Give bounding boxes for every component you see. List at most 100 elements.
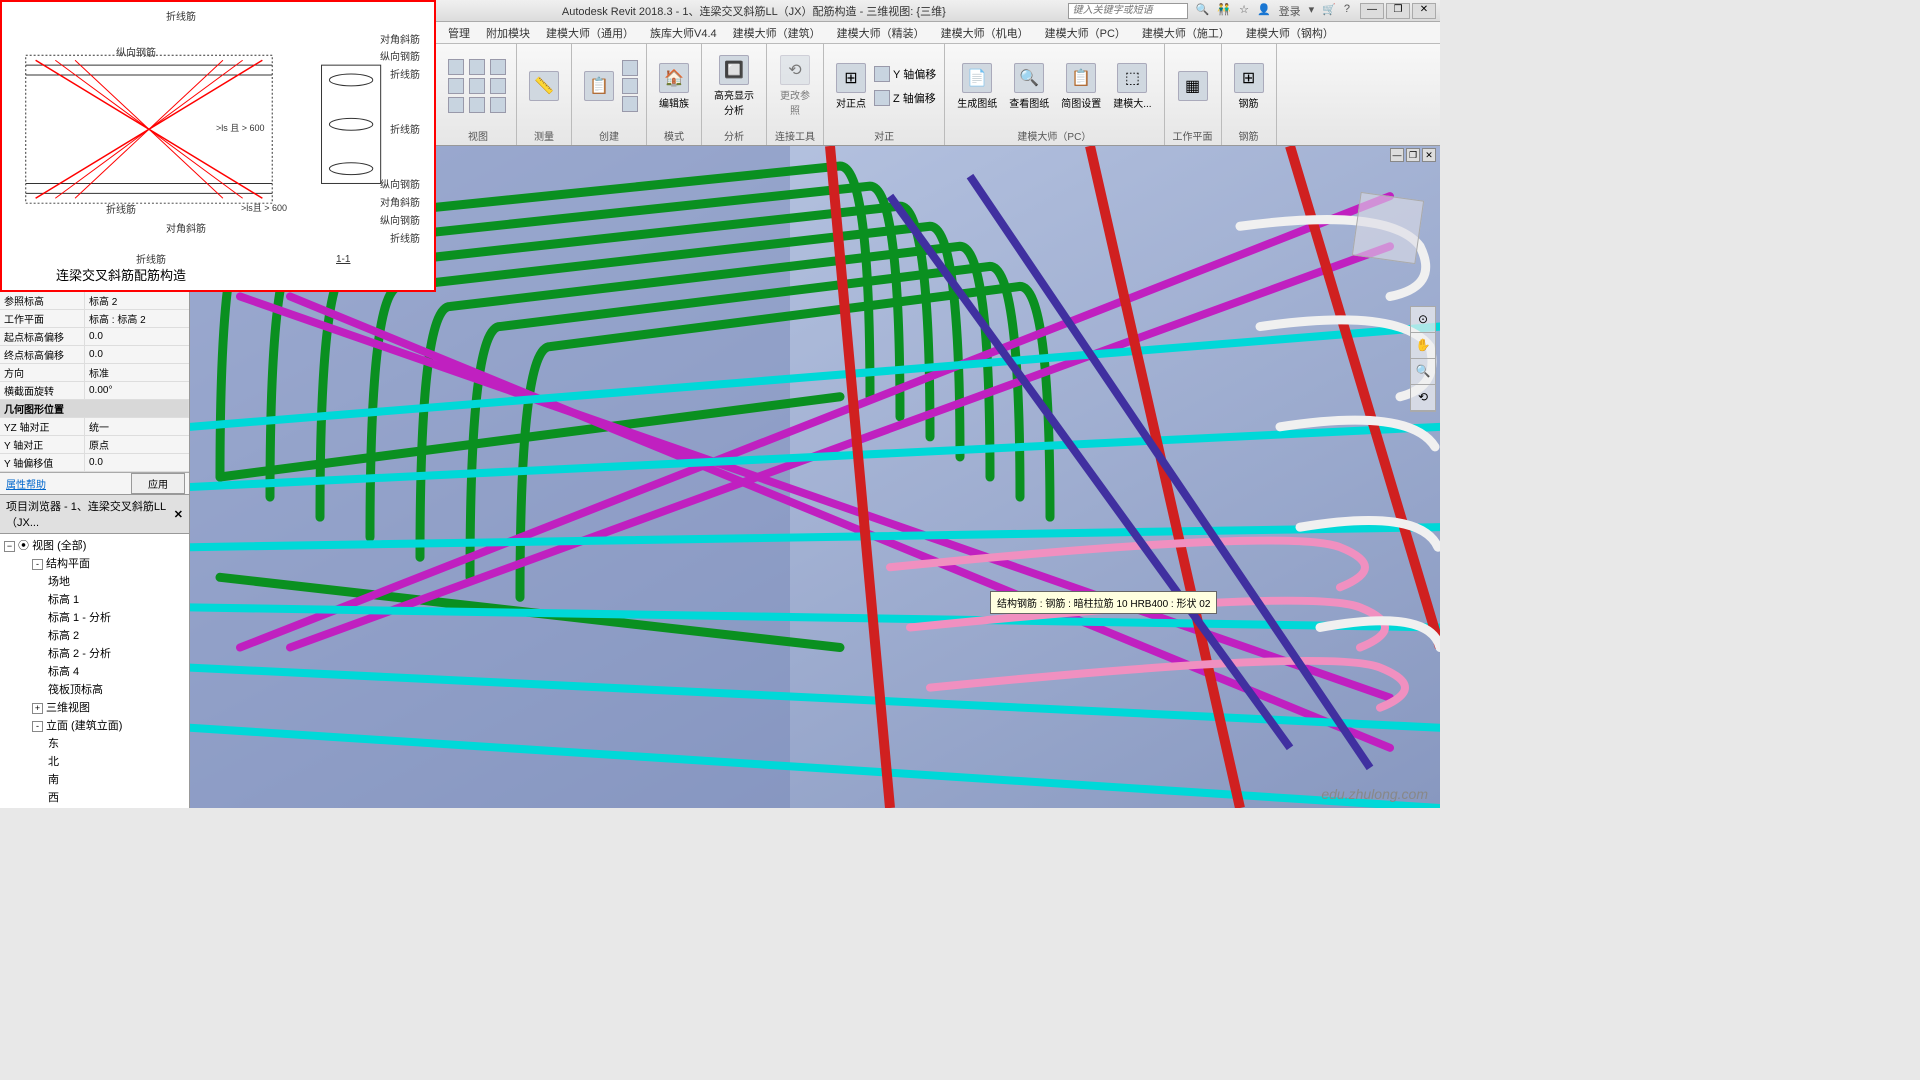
vp-maximize-icon[interactable]: ❐ xyxy=(1406,148,1420,162)
grid-icon[interactable] xyxy=(448,78,464,94)
tree-item[interactable]: 标高 1 xyxy=(2,590,187,608)
tree-toggle-icon[interactable]: - xyxy=(32,559,43,570)
tab-addins[interactable]: 附加模块 xyxy=(478,22,538,44)
rebar-button[interactable]: ⊞钢筋 xyxy=(1230,61,1268,112)
property-row[interactable]: 起点标高偏移0.0 xyxy=(0,328,189,346)
ribbon-group-measure: 📏 测量 xyxy=(517,44,572,145)
tree-root[interactable]: −⦿ 视图 (全部) xyxy=(2,536,187,554)
tab-bm-arch[interactable]: 建模大师（建筑） xyxy=(725,22,829,44)
pan-icon[interactable]: ✋ xyxy=(1411,333,1435,359)
workplane-button[interactable]: ▦ xyxy=(1174,69,1212,103)
create-button[interactable]: 📋 xyxy=(580,69,618,103)
cut-icon[interactable] xyxy=(469,97,485,113)
tree-item[interactable]: -结构平面 xyxy=(2,554,187,572)
diagram-title: 连梁交叉斜筋配筋构造 xyxy=(56,265,186,284)
measure-button[interactable]: 📏 xyxy=(525,69,563,103)
tab-bm-pc[interactable]: 建模大师（PC） xyxy=(1037,22,1134,44)
property-row[interactable]: 参照标高标高 2 xyxy=(0,292,189,310)
tab-bm-constr[interactable]: 建模大师（施工） xyxy=(1134,22,1238,44)
tree-item[interactable]: 场地 xyxy=(2,572,187,590)
diag-label: 折线筋 xyxy=(390,230,420,245)
login-link[interactable]: 登录 xyxy=(1279,3,1301,19)
paste-icon[interactable] xyxy=(622,60,638,76)
diag-label: 纵向钢筋 xyxy=(116,44,156,59)
tab-family[interactable]: 族库大师V4.4 xyxy=(642,22,725,44)
tree-item[interactable]: 标高 4 xyxy=(2,662,187,680)
maximize-button[interactable]: ❐ xyxy=(1386,3,1410,19)
tree-item[interactable]: 西 xyxy=(2,788,187,806)
view-drawing-button[interactable]: 🔍查看图纸 xyxy=(1005,61,1053,112)
tree-item[interactable]: -立面 (建筑立面) xyxy=(2,716,187,734)
window-title: Autodesk Revit 2018.3 - 1、连梁交叉斜筋LL（JX）配筋… xyxy=(440,3,1068,19)
ribbon-group-workplane: ▦ 工作平面 xyxy=(1165,44,1222,145)
vp-minimize-icon[interactable]: — xyxy=(1390,148,1404,162)
vp-close-icon[interactable]: ✕ xyxy=(1422,148,1436,162)
btn-label: 高亮显示分析 xyxy=(714,87,754,117)
property-row[interactable]: Y 轴偏移值0.0 xyxy=(0,454,189,472)
bulb-icon[interactable] xyxy=(469,59,485,75)
array-icon[interactable] xyxy=(622,78,638,94)
ribbon-group-bm-pc: 📄生成图纸 🔍查看图纸 📋简图设置 ⬚建模大... 建模大师（PC） xyxy=(945,44,1164,145)
sun-icon[interactable] xyxy=(469,78,485,94)
sketch-config-button[interactable]: 📋简图设置 xyxy=(1057,61,1105,112)
link-icon[interactable] xyxy=(490,78,506,94)
property-row[interactable]: Y 轴对正原点 xyxy=(0,436,189,454)
view-icon[interactable] xyxy=(448,59,464,75)
hide-icon[interactable] xyxy=(490,97,506,113)
search-icon[interactable]: 🔍 xyxy=(1196,3,1210,19)
highlight-button[interactable]: 🔲高亮显示分析 xyxy=(710,53,758,119)
tree-item[interactable]: 筏板顶标高 xyxy=(2,680,187,698)
tab-bm-steel[interactable]: 建模大师（钢构） xyxy=(1238,22,1342,44)
dropdown-icon[interactable]: ▾ xyxy=(1309,3,1315,19)
group-icon[interactable] xyxy=(622,96,638,112)
user-icon[interactable]: 👤 xyxy=(1257,3,1271,19)
help-icon[interactable]: ? xyxy=(1344,3,1350,19)
project-browser-tree[interactable]: −⦿ 视图 (全部) -结构平面场地标高 1标高 1 - 分析标高 2标高 2 … xyxy=(0,534,189,808)
tab-bm-mep[interactable]: 建模大师（机电） xyxy=(933,22,1037,44)
tree-toggle-icon[interactable]: - xyxy=(32,721,43,732)
tree-item[interactable]: 标高 2 - 分析 xyxy=(2,644,187,662)
view-cube[interactable] xyxy=(1352,192,1424,264)
filter-icon[interactable] xyxy=(490,59,506,75)
tree-item[interactable]: +三维视图 xyxy=(2,698,187,716)
tab-bm-general[interactable]: 建模大师（通用） xyxy=(538,22,642,44)
tab-manage[interactable]: 管理 xyxy=(440,22,478,44)
ribbon-group-analysis: 🔲高亮显示分析 分析 xyxy=(702,44,767,145)
apply-button[interactable]: 应用 xyxy=(131,473,185,494)
gen-drawing-button[interactable]: 📄生成图纸 xyxy=(953,61,1001,112)
group-label: 分析 xyxy=(724,126,744,143)
cart-icon[interactable]: 🛒 xyxy=(1322,3,1336,19)
zoom-icon[interactable]: 🔍 xyxy=(1411,359,1435,385)
tree-item[interactable]: 南 xyxy=(2,770,187,788)
tree-item[interactable]: 北 xyxy=(2,752,187,770)
justify-button[interactable]: ⊞对正点 xyxy=(832,61,870,112)
properties-help-link[interactable]: 属性帮助 xyxy=(0,476,131,491)
tab-bm-decor[interactable]: 建模大师（精装） xyxy=(829,22,933,44)
tree-item[interactable]: 标高 1 - 分析 xyxy=(2,608,187,626)
search-input[interactable] xyxy=(1068,3,1188,19)
tree-toggle-icon[interactable]: + xyxy=(32,703,43,714)
close-button[interactable]: ✕ xyxy=(1412,3,1436,19)
property-row[interactable]: 工作平面标高 : 标高 2 xyxy=(0,310,189,328)
bm-more-button[interactable]: ⬚建模大... xyxy=(1109,61,1155,112)
property-row[interactable]: 方向标准 xyxy=(0,364,189,382)
comm-icon[interactable]: 👬 xyxy=(1217,3,1231,19)
tree-item[interactable]: 东 xyxy=(2,734,187,752)
tree-item[interactable]: 标高 2 xyxy=(2,626,187,644)
z-offset-button[interactable]: Z 轴偏移 xyxy=(874,89,936,107)
change-ref-button[interactable]: ⟲更改参照 xyxy=(776,53,814,119)
collapse-icon[interactable]: − xyxy=(4,541,15,552)
minimize-button[interactable]: — xyxy=(1360,3,1384,19)
steering-wheel-icon[interactable]: ⊙ xyxy=(1411,307,1435,333)
y-offset-button[interactable]: Y 轴偏移 xyxy=(874,65,936,83)
edit-family-button[interactable]: 🏠编辑族 xyxy=(655,61,693,112)
property-row[interactable]: 横截面旋转0.00° xyxy=(0,382,189,400)
orbit-icon[interactable]: ⟲ xyxy=(1411,385,1435,411)
property-row[interactable]: YZ 轴对正统一 xyxy=(0,418,189,436)
property-row[interactable]: 终点标高偏移0.0 xyxy=(0,346,189,364)
diag-label: 折线筋 xyxy=(390,66,420,81)
sketch-icon: 📋 xyxy=(1066,63,1096,93)
close-icon[interactable]: ✕ xyxy=(174,508,183,521)
favorite-icon[interactable]: ☆ xyxy=(1239,3,1249,19)
eye-icon[interactable] xyxy=(448,97,464,113)
